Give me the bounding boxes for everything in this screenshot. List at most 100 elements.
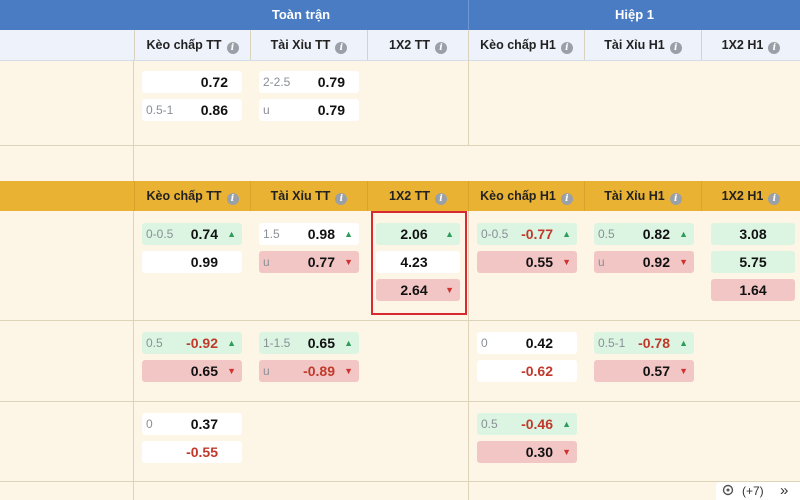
info-icon[interactable]: i: [669, 193, 682, 205]
refresh-icon[interactable]: [722, 482, 734, 500]
col-label: Kèo chấp H1: [480, 38, 556, 52]
odds-cell[interactable]: u 0.79: [259, 99, 359, 121]
odds-cell[interactable]: 0.5 -0.92 ▲: [142, 332, 242, 354]
col-label: Tài Xỉu H1: [604, 38, 665, 52]
col-label: Kèo chấp TT: [146, 189, 222, 203]
info-icon[interactable]: i: [768, 193, 781, 205]
grid-line: [468, 211, 469, 500]
odds-cell[interactable]: 0-0.5 -0.77 ▲: [477, 223, 577, 245]
info-icon[interactable]: i: [560, 193, 573, 205]
col-1x2-tt[interactable]: 1X2 TT i: [367, 181, 468, 211]
odds-value: 0.30: [525, 444, 553, 460]
odds-cell[interactable]: 0.5-1 0.86: [142, 99, 242, 121]
odds-cell[interactable]: 0.5-1 -0.78 ▲: [594, 332, 694, 354]
odds-value: 0.72: [200, 74, 228, 90]
odds-cell[interactable]: 0.57 ▼: [594, 360, 694, 382]
odds-cell[interactable]: 0.65 ▼: [142, 360, 242, 382]
odds-line: 0-0.5: [481, 227, 509, 241]
odds-value: -0.62: [521, 363, 553, 379]
odds-cell[interactable]: 0.5 -0.46 ▲: [477, 413, 577, 435]
odds-cell[interactable]: 2-2.5 0.79: [259, 71, 359, 93]
odds-value: 0.98: [307, 226, 335, 242]
trend-down-icon: ▼: [344, 366, 353, 376]
odds-cell[interactable]: u 0.92 ▼: [594, 251, 694, 273]
trend-up-icon: ▲: [227, 338, 236, 348]
odds-cell[interactable]: 0.99: [142, 251, 242, 273]
trend-down-icon: ▼: [227, 366, 236, 376]
odds-line: 0: [481, 336, 488, 350]
trend-down-icon: ▼: [679, 366, 688, 376]
info-icon[interactable]: i: [768, 42, 781, 54]
more-markets-bar[interactable]: (+7) »: [716, 482, 800, 500]
odds-cell-1x2-home[interactable]: 3.08: [711, 223, 795, 245]
col-handicap-h1[interactable]: Kèo chấp H1 i: [468, 181, 584, 211]
grid-line: [0, 145, 800, 146]
highlight-box: [371, 211, 467, 315]
odds-value: 1.64: [739, 282, 767, 298]
group-header-bar: Toàn trận Hiệp 1: [0, 0, 800, 30]
info-icon[interactable]: i: [226, 193, 239, 205]
odds-line: u: [263, 103, 270, 117]
col-overunder-tt[interactable]: Tài Xỉu TT i: [250, 30, 367, 60]
odds-cell-1x2-draw[interactable]: 5.75: [711, 251, 795, 273]
odds-cell[interactable]: 0 0.37: [142, 413, 242, 435]
grid-line: [133, 60, 134, 181]
trend-up-icon: ▲: [679, 338, 688, 348]
odds-cell[interactable]: 0.72: [142, 71, 242, 93]
info-icon[interactable]: i: [560, 42, 573, 54]
column-header-row-section: Kèo chấp TT i Tài Xỉu TT i 1X2 TT i Kèo chấ…: [0, 181, 800, 211]
col-overunder-tt[interactable]: Tài Xỉu TT i: [250, 181, 367, 211]
odds-cell[interactable]: 1.5 0.98 ▲: [259, 223, 359, 245]
trend-up-icon: ▲: [344, 229, 353, 239]
odds-line: 0.5: [598, 227, 615, 241]
odds-value: 0.92: [642, 254, 670, 270]
odds-value: 0.99: [190, 254, 218, 270]
col-label: Tài Xỉu TT: [270, 189, 331, 203]
col-1x2-h1[interactable]: 1X2 H1 i: [701, 181, 800, 211]
col-label: Tài Xỉu H1: [604, 189, 665, 203]
trend-up-icon: ▲: [227, 229, 236, 239]
odds-line: 0: [146, 417, 153, 431]
info-icon[interactable]: i: [435, 193, 447, 205]
odds-cell-1x2-away[interactable]: 1.64: [711, 279, 795, 301]
odds-line: 0.5-1: [598, 336, 626, 350]
odds-cell[interactable]: u -0.89 ▼: [259, 360, 359, 382]
odds-line: 2-2.5: [263, 75, 291, 89]
col-handicap-tt[interactable]: Kèo chấp TT i: [134, 181, 250, 211]
col-1x2-tt[interactable]: 1X2 TT i: [367, 30, 468, 60]
col-handicap-h1[interactable]: Kèo chấp H1 i: [468, 30, 584, 60]
grid-line: [468, 60, 469, 146]
info-icon[interactable]: i: [435, 42, 447, 54]
odds-cell[interactable]: 0.5 0.82 ▲: [594, 223, 694, 245]
odds-cell[interactable]: 0 0.42: [477, 332, 577, 354]
odds-cell[interactable]: 1-1.5 0.65 ▲: [259, 332, 359, 354]
col-label: 1X2 H1: [721, 38, 764, 52]
info-icon[interactable]: i: [226, 42, 239, 54]
odds-value: 3.08: [739, 226, 767, 242]
odds-cell[interactable]: -0.55: [142, 441, 242, 463]
odds-value: 0.86: [200, 102, 228, 118]
odds-cell[interactable]: 0-0.5 0.74 ▲: [142, 223, 242, 245]
column-header-row-top: Kèo chấp TT i Tài Xỉu TT i 1X2 TT i Kèo chấ…: [0, 30, 800, 61]
col-overunder-h1[interactable]: Tài Xỉu H1 i: [584, 181, 701, 211]
more-markets-count[interactable]: (+7): [742, 482, 764, 500]
col-overunder-h1[interactable]: Tài Xỉu H1 i: [584, 30, 701, 60]
odds-value: -0.55: [186, 444, 218, 460]
info-icon[interactable]: i: [335, 42, 348, 54]
col-1x2-h1[interactable]: 1X2 H1 i: [701, 30, 800, 60]
group-first-half: Hiệp 1: [614, 7, 654, 22]
odds-value: 0.57: [642, 363, 670, 379]
odds-cell[interactable]: 0.55 ▼: [477, 251, 577, 273]
odds-cell[interactable]: -0.62: [477, 360, 577, 382]
info-icon[interactable]: i: [669, 42, 682, 54]
trend-down-icon: ▼: [344, 257, 353, 267]
odds-cell[interactable]: 0.30 ▼: [477, 441, 577, 463]
odds-line: 0.5: [146, 336, 163, 350]
info-icon[interactable]: i: [335, 193, 348, 205]
odds-line: 1-1.5: [263, 336, 291, 350]
odds-value: 0.82: [642, 226, 670, 242]
odds-cell[interactable]: u 0.77 ▼: [259, 251, 359, 273]
col-handicap-tt[interactable]: Kèo chấp TT i: [134, 30, 250, 60]
expand-arrows-icon[interactable]: »: [780, 482, 788, 500]
odds-line: 0-0.5: [146, 227, 174, 241]
